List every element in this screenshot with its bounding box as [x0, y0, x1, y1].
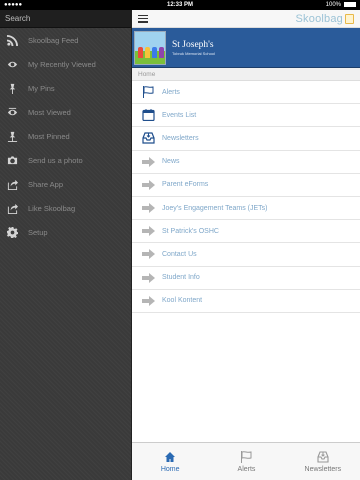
menu-item-label: News: [162, 158, 180, 166]
home-icon: [165, 451, 176, 462]
tab-label: Home: [160, 465, 180, 473]
gear-icon: [6, 226, 18, 238]
share-icon: [6, 178, 18, 190]
arrow-right-icon: [141, 225, 155, 237]
top-bar: Skoolbag: [132, 10, 360, 28]
menu-item-label: Kool Kontent: [162, 297, 203, 305]
sidebar-item-label: Like Skoolbag: [28, 203, 76, 213]
menu-item-contact-us[interactable]: Contact Us: [132, 243, 360, 267]
sidebar-item-setup[interactable]: Setup: [0, 220, 131, 244]
menu-item-label: Joey's Engagement Teams (JETs): [162, 204, 268, 212]
school-banner: St Joseph's Tobruk Memorial School: [132, 28, 360, 68]
menu-list: Alerts Events List Newsletters News Pare…: [132, 81, 360, 313]
tab-newsletters[interactable]: Newsletters: [285, 443, 360, 480]
inbox-icon: [141, 132, 155, 145]
menu-item-label: Newsletters: [162, 134, 199, 142]
eye-icon: [6, 58, 18, 70]
share-icon: [6, 202, 18, 214]
menu-item-label: St Patrick's OSHC: [162, 227, 219, 235]
menu-item-events-list[interactable]: Events List: [132, 104, 360, 128]
inbox-icon: [317, 450, 329, 463]
sidebar-item-label: Most Viewed: [28, 107, 71, 117]
camera-icon: [6, 154, 18, 166]
arrow-right-icon: [141, 156, 155, 168]
sidebar-item-send-photo[interactable]: Send us a photo: [0, 148, 131, 172]
sidebar-item-recently-viewed[interactable]: My Recently Viewed: [0, 52, 131, 76]
menu-toggle-icon[interactable]: [138, 14, 148, 23]
arrow-right-icon: [141, 179, 155, 191]
menu-item-label: Contact Us: [162, 250, 197, 258]
sidebar-item-label: Skoolbag Feed: [28, 35, 79, 45]
breadcrumb: Home: [132, 68, 360, 81]
status-bar: ●●●●● 12:33 PM 100%: [0, 0, 360, 10]
tab-bar: Home Alerts Newsletters: [132, 442, 360, 480]
sidebar-item-label: Send us a photo: [28, 155, 83, 165]
menu-item-label: Parent eForms: [162, 181, 209, 189]
sidebar-item-label: My Pins: [28, 83, 55, 93]
sidebar-item-skoolbag-feed[interactable]: Skoolbag Feed: [0, 28, 131, 52]
pin-icon: [6, 130, 18, 142]
tab-label: Alerts: [237, 465, 256, 473]
rss-icon: [6, 34, 18, 46]
search-field[interactable]: Search: [0, 10, 131, 28]
school-name: St Joseph's: [172, 39, 214, 50]
arrow-right-icon: [141, 202, 155, 214]
menu-item-label: Events List: [162, 111, 197, 119]
sidebar-item-most-viewed[interactable]: Most Viewed: [0, 100, 131, 124]
arrow-right-icon: [141, 272, 155, 284]
brand-text: Skoolbag: [295, 12, 343, 25]
menu-item-oshc[interactable]: St Patrick's OSHC: [132, 220, 360, 244]
main-panel: Skoolbag St Joseph's Tobruk Memorial Sch…: [131, 10, 360, 480]
menu-item-student-info[interactable]: Student Info: [132, 267, 360, 290]
battery-icon: [344, 1, 356, 7]
brand-logo: Skoolbag: [296, 13, 354, 25]
menu-item-newsletters[interactable]: Newsletters: [132, 127, 360, 151]
arrow-right-icon: [141, 248, 155, 260]
menu-item-parent-eforms[interactable]: Parent eForms: [132, 174, 360, 197]
flag-icon: [241, 450, 252, 463]
status-time: 12:33 PM: [166, 2, 193, 8]
menu-item-label: Alerts: [162, 88, 180, 96]
flag-icon: [141, 86, 155, 99]
sidebar-item-like-skoolbag[interactable]: Like Skoolbag: [0, 196, 131, 220]
tab-label: Newsletters: [304, 465, 342, 473]
sidebar-item-my-pins[interactable]: My Pins: [0, 76, 131, 100]
menu-item-news[interactable]: News: [132, 151, 360, 174]
menu-item-label: Student Info: [162, 274, 200, 282]
bag-icon: [345, 13, 354, 24]
sidebar: Search Skoolbag Feed My Recently Viewed …: [0, 10, 131, 480]
menu-item-jets[interactable]: Joey's Engagement Teams (JETs): [132, 197, 360, 221]
menu-item-kool-kontent[interactable]: Kool Kontent: [132, 290, 360, 313]
sidebar-item-label: Setup: [28, 227, 48, 237]
tab-home[interactable]: Home: [132, 443, 208, 480]
arrow-right-icon: [141, 295, 155, 307]
menu-item-alerts[interactable]: Alerts: [132, 81, 360, 105]
calendar-icon: [141, 109, 155, 122]
school-logo: [134, 30, 166, 65]
eye-icon: [6, 106, 18, 118]
sidebar-item-label: My Recently Viewed: [28, 59, 96, 69]
pin-icon: [6, 82, 18, 94]
tab-alerts[interactable]: Alerts: [208, 443, 284, 480]
school-subtitle: Tobruk Memorial School: [172, 50, 215, 56]
sidebar-item-label: Share App: [28, 179, 64, 189]
sidebar-item-share-app[interactable]: Share App: [0, 172, 131, 196]
sidebar-item-most-pinned[interactable]: Most Pinned: [0, 124, 131, 148]
sidebar-item-label: Most Pinned: [28, 131, 70, 141]
